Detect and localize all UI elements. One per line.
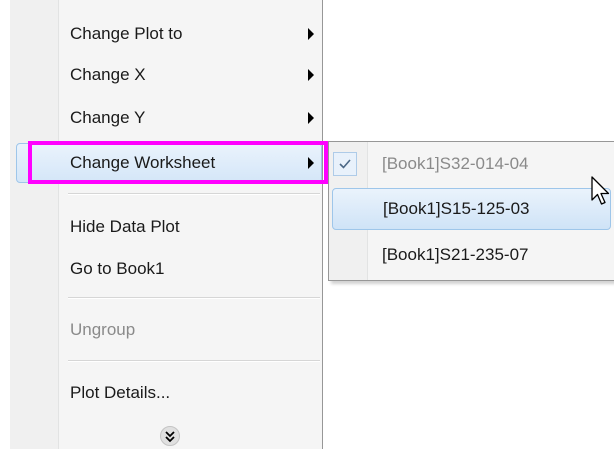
menu-separator	[68, 360, 320, 362]
menu-item-go-to-book1[interactable]: Go to Book1	[10, 248, 322, 290]
submenu-arrow-icon	[308, 69, 314, 81]
menu-item-label: Hide Data Plot	[70, 217, 180, 236]
submenu-arrow-icon	[308, 28, 314, 40]
menu-item-label: Plot Details...	[70, 383, 171, 402]
mouse-cursor-icon	[591, 176, 610, 205]
checkmark-icon	[333, 152, 357, 176]
submenu-arrow-icon	[308, 112, 314, 124]
context-menu: Change Plot to Change X Change Y Change …	[10, 0, 328, 449]
menu-item-label: Change Plot to	[70, 24, 183, 43]
menu-item-change-plot-to[interactable]: Change Plot to	[10, 13, 322, 55]
menu-item-ungroup[interactable]: Ungroup	[10, 309, 322, 351]
menu-separator	[68, 297, 320, 299]
worksheet-submenu: [Book1]S32-014-04 [Book1]S15-125-03 [Boo…	[328, 141, 614, 281]
menu-item-label: Change Y	[70, 108, 146, 127]
menu-item-hide-data-plot[interactable]: Hide Data Plot	[10, 206, 322, 248]
menu-item-change-x[interactable]: Change X	[10, 54, 322, 96]
submenu-item-s15-125-03[interactable]: [Book1]S15-125-03	[332, 188, 611, 230]
submenu-item-label: [Book1]S21-235-07	[382, 245, 529, 264]
double-chevron-down-icon[interactable]	[160, 426, 180, 446]
menu-item-label: Go to Book1	[70, 259, 165, 278]
menu-item-change-y[interactable]: Change Y	[10, 97, 322, 139]
menu-separator	[68, 193, 320, 195]
menu-item-label: Ungroup	[70, 320, 136, 339]
submenu-arrow-icon	[308, 157, 314, 169]
submenu-item-label: [Book1]S15-125-03	[383, 199, 530, 218]
submenu-item-label: [Book1]S32-014-04	[382, 154, 529, 173]
menu-item-label: Change X	[70, 65, 146, 84]
submenu-item-s21-235-07[interactable]: [Book1]S21-235-07	[329, 234, 614, 276]
submenu-item-s32-014-04[interactable]: [Book1]S32-014-04	[329, 143, 614, 185]
menu-item-change-worksheet[interactable]: Change Worksheet	[10, 142, 322, 184]
menu-item-plot-details[interactable]: Plot Details...	[10, 372, 322, 414]
menu-item-label: Change Worksheet	[70, 153, 216, 172]
